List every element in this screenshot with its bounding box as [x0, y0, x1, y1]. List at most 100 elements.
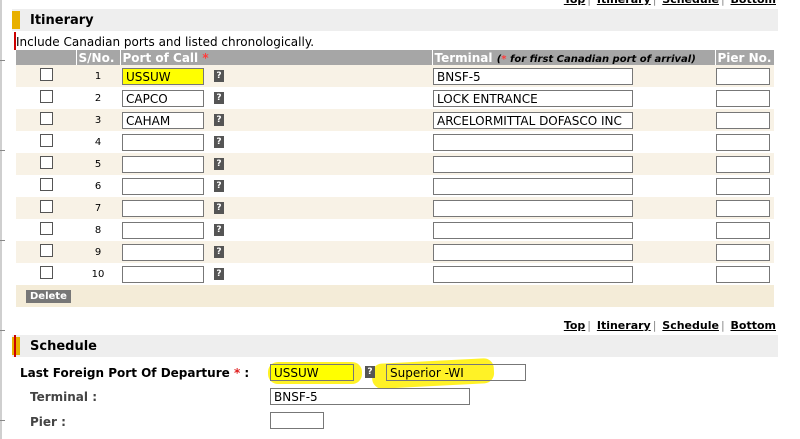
port-of-call-input[interactable]: [122, 199, 204, 217]
itinerary-table: S/No. Port of Call * Terminal (* for fir…: [16, 50, 775, 307]
pier-no-input[interactable]: [716, 111, 770, 129]
table-header-row: S/No. Port of Call * Terminal (* for fir…: [16, 50, 775, 65]
row-select-checkbox[interactable]: [40, 90, 53, 103]
row-sno: 3: [76, 109, 120, 131]
pier-no-input[interactable]: [716, 155, 770, 173]
help-icon[interactable]: ?: [214, 158, 224, 170]
terminal-input[interactable]: BNSF-5: [270, 388, 470, 405]
table-row: 9?: [16, 241, 774, 263]
port-of-call-input[interactable]: CAPCO: [122, 89, 204, 107]
terminal-label: Terminal :: [30, 390, 97, 404]
delete-row: Delete: [16, 285, 774, 307]
terminal-input[interactable]: [433, 133, 633, 151]
terminal-input[interactable]: [433, 221, 633, 239]
row-select-checkbox[interactable]: [40, 266, 53, 279]
pier-no-input[interactable]: [716, 177, 770, 195]
delete-button[interactable]: Delete: [26, 290, 71, 303]
terminal-input[interactable]: [433, 265, 633, 283]
help-icon[interactable]: ?: [214, 114, 224, 126]
pier-no-input[interactable]: [716, 265, 770, 283]
table-row: 4?: [16, 131, 774, 153]
row-select-checkbox[interactable]: [40, 178, 53, 191]
nav-link-schedule[interactable]: Schedule: [662, 0, 719, 6]
border-tick: [0, 420, 5, 421]
border-tick: [0, 150, 5, 151]
table-row: 1 USSUW? BNSF-5: [16, 65, 774, 87]
help-icon[interactable]: ?: [214, 202, 224, 214]
port-of-call-input[interactable]: USSUW: [122, 67, 204, 85]
port-of-call-input[interactable]: [122, 265, 204, 283]
row-select-checkbox[interactable]: [40, 222, 53, 235]
row-select-checkbox[interactable]: [40, 244, 53, 257]
pier-no-input[interactable]: [716, 67, 770, 85]
port-of-call-input[interactable]: [122, 221, 204, 239]
pier-no-input[interactable]: [716, 89, 770, 107]
port-of-call-input[interactable]: [122, 155, 204, 173]
help-icon[interactable]: ?: [214, 224, 224, 236]
nav-link-itinerary[interactable]: Itinerary: [597, 0, 651, 6]
col-pier-no: Pier No.: [715, 50, 775, 65]
row-sno: 8: [76, 219, 120, 241]
port-of-call-input[interactable]: [122, 243, 204, 261]
table-row: 7?: [16, 197, 774, 219]
col-select: [16, 50, 77, 65]
nav-link-itinerary[interactable]: Itinerary: [597, 319, 651, 332]
terminal-input[interactable]: [433, 177, 633, 195]
table-row: 5?: [16, 153, 774, 175]
col-terminal: Terminal (* for first Canadian port of a…: [432, 50, 716, 65]
terminal-input[interactable]: [433, 199, 633, 217]
port-of-call-input[interactable]: CAHAM: [122, 111, 204, 129]
section-nav-links: Top | Itinerary | Schedule | Bottom: [563, 319, 776, 332]
help-icon[interactable]: ?: [214, 136, 224, 148]
border-tick: [0, 60, 5, 61]
required-asterisk: *: [202, 50, 209, 65]
last-port-code-input[interactable]: USSUW: [270, 364, 354, 381]
last-port-name-field: Superior -WI: [386, 364, 526, 381]
schedule-section-header: Schedule: [12, 335, 778, 357]
nav-link-bottom[interactable]: Bottom: [731, 0, 776, 6]
pier-no-input[interactable]: [716, 243, 770, 261]
col-port-of-call: Port of Call *: [120, 50, 433, 65]
help-icon[interactable]: ?: [214, 70, 224, 82]
left-border: [0, 0, 2, 439]
nav-link-top[interactable]: Top: [564, 0, 585, 6]
nav-link-top[interactable]: Top: [564, 319, 585, 332]
itinerary-section-header: Itinerary: [12, 9, 778, 31]
terminal-input[interactable]: ARCELORMITTAL DOFASCO INC: [433, 111, 633, 129]
pier-input[interactable]: [270, 412, 324, 429]
itinerary-title: Itinerary: [30, 12, 94, 28]
section-accent-bar: [12, 11, 20, 29]
help-icon[interactable]: ?: [214, 246, 224, 258]
nav-link-bottom[interactable]: Bottom: [731, 319, 776, 332]
row-sno: 6: [76, 175, 120, 197]
pier-no-input[interactable]: [716, 221, 770, 239]
row-select-checkbox[interactable]: [40, 68, 53, 81]
row-select-checkbox[interactable]: [40, 112, 53, 125]
required-indicator: [14, 335, 16, 357]
row-sno: 1: [76, 65, 120, 87]
itinerary-note: Include Canadian ports and listed chrono…: [16, 35, 315, 49]
help-icon[interactable]: ?: [214, 180, 224, 192]
help-icon[interactable]: ?: [365, 366, 375, 378]
help-icon[interactable]: ?: [214, 92, 224, 104]
table-row: 6?: [16, 175, 774, 197]
row-select-checkbox[interactable]: [40, 134, 53, 147]
pier-no-input[interactable]: [716, 199, 770, 217]
row-select-checkbox[interactable]: [40, 156, 53, 169]
table-row: 2 CAPCO? LOCK ENTRANCE: [16, 87, 774, 109]
table-row: 10?: [16, 263, 774, 285]
terminal-input[interactable]: LOCK ENTRANCE: [433, 89, 633, 107]
row-sno: 2: [76, 87, 120, 109]
port-of-call-input[interactable]: [122, 177, 204, 195]
help-icon[interactable]: ?: [214, 268, 224, 280]
required-asterisk: *: [501, 53, 507, 65]
terminal-input[interactable]: [433, 243, 633, 261]
row-sno: 7: [76, 197, 120, 219]
terminal-input[interactable]: BNSF-5: [433, 67, 633, 85]
row-select-checkbox[interactable]: [40, 200, 53, 213]
terminal-input[interactable]: [433, 155, 633, 173]
pier-no-input[interactable]: [716, 133, 770, 151]
border-tick: [0, 240, 5, 241]
port-of-call-input[interactable]: [122, 133, 204, 151]
nav-link-schedule[interactable]: Schedule: [662, 319, 719, 332]
